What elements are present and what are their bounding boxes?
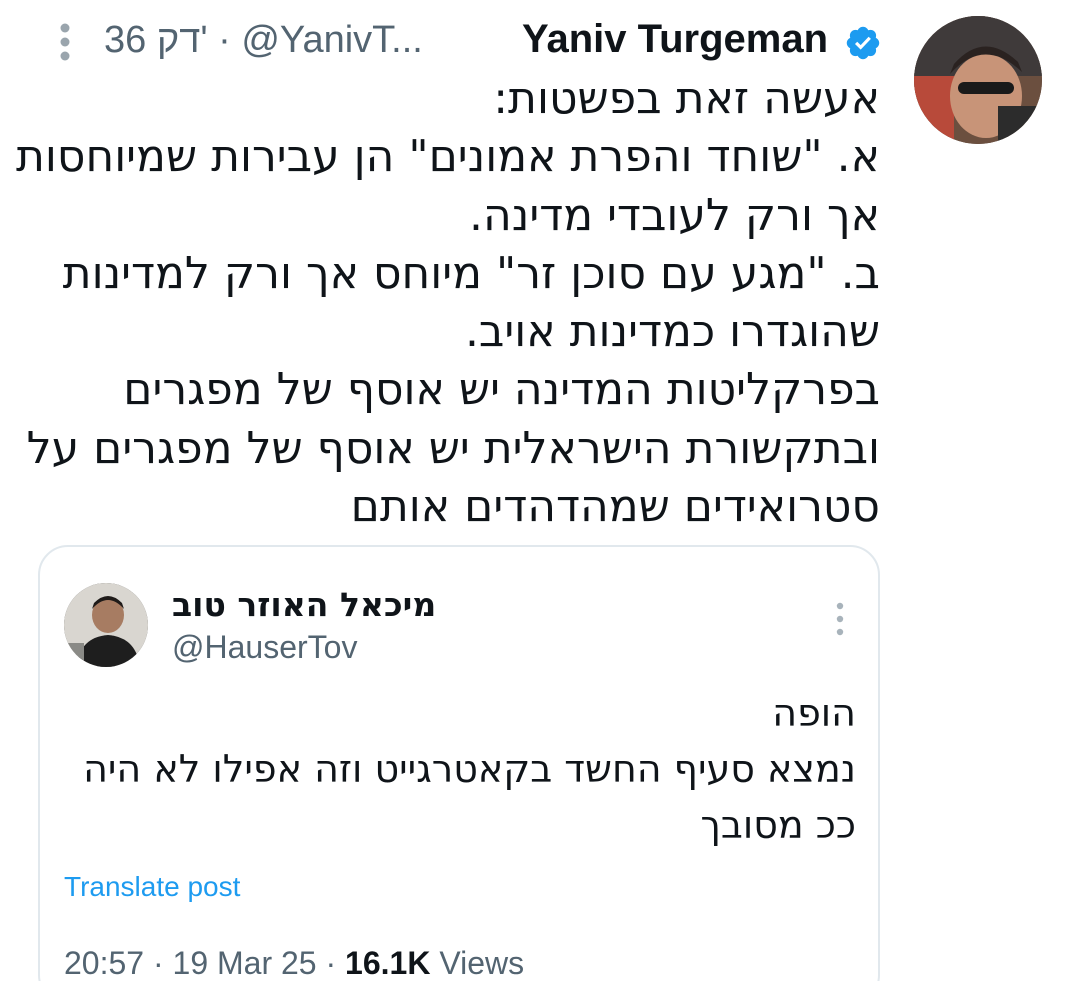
tweet-line: בפרקליטות המדינה יש אוסף של מפגרים — [123, 364, 880, 416]
tweet-line: סטרואידים שמהדהדים אותם — [350, 481, 880, 533]
quoted-line: נמצא סעיף החשד בקאטרגייט וזה אפילו לא הי… — [83, 747, 856, 791]
tweet-text: אעשה זאת בפשטות: א. "שוחד והפרת אמונים" … — [15, 70, 880, 536]
tweet-line: שהוגדרו כמדינות אויב. — [464, 306, 880, 358]
post-time[interactable]: 20:57 — [64, 945, 144, 981]
quoted-post-text: הופה נמצא סעיף החשד בקאטרגייט וזה אפילו … — [56, 685, 856, 853]
author-avatar-image — [914, 16, 1042, 144]
tweet-line: ב. "מגע עם סוכן זר" מיוחס אך ורק למדינות — [62, 247, 880, 299]
views-label: Views — [439, 945, 525, 981]
post-date[interactable]: 19 Mar 25 — [173, 945, 317, 981]
author-avatar[interactable] — [914, 16, 1042, 144]
meta-separator: · — [325, 945, 346, 981]
tweet-line: אעשה זאת בפשטות: — [493, 73, 880, 124]
quoted-avatar-image — [64, 583, 148, 667]
translate-post-link[interactable]: Translate post — [64, 869, 240, 905]
quoted-author-name[interactable]: מיכאל האוזר טוב — [172, 585, 436, 625]
quoted-author-handle[interactable]: @HauserTov — [172, 627, 357, 667]
quoted-post-card[interactable]: מיכאל האוזר טוב @HauserTov הופה נמצא סעי… — [38, 545, 880, 981]
author-display-name[interactable]: Yaniv Turgeman — [522, 16, 828, 62]
post-meta: 20:57 · 19 Mar 25 · 16.1K Views — [64, 943, 524, 981]
quoted-line: הופה — [772, 691, 856, 735]
handle-and-time[interactable]: 36 דק' · @YanivT... — [104, 18, 423, 62]
quoted-line: ככ מסובך — [700, 803, 856, 847]
views-count[interactable]: 16.1K — [345, 945, 430, 981]
more-vertical-icon[interactable] — [830, 601, 850, 637]
tweet-line: אך ורק לעובדי מדינה. — [469, 189, 880, 241]
meta-separator: · — [152, 945, 173, 981]
verified-badge-icon — [846, 26, 880, 60]
quoted-author-avatar[interactable] — [64, 583, 148, 667]
more-vertical-icon[interactable] — [50, 22, 80, 62]
tweet-header: 36 דק' · @YanivT... Yaniv Turgeman — [40, 12, 882, 68]
tweet-line: א. "שוחד והפרת אמונים" הן עבירות שמיוחסו… — [15, 131, 880, 183]
tweet-line: ובתקשורת הישראלית יש אוסף של מפגרים על — [26, 422, 880, 474]
